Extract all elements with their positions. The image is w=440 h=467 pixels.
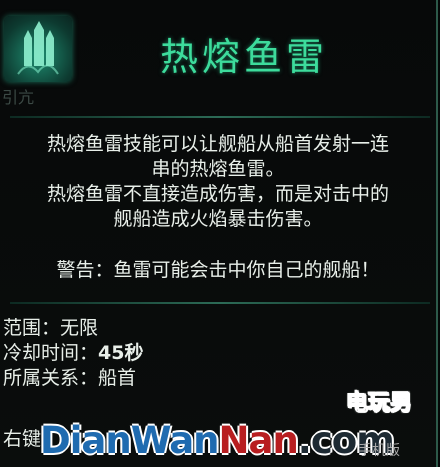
watermark-brand: 电玩男: [345, 391, 413, 417]
warning-text: 警告：鱼雷可能会击中你自己的舰船！: [56, 259, 380, 281]
stat-range: 范围：无限: [3, 317, 99, 339]
stat-slot: 所属关系：船首: [3, 367, 137, 389]
stat-cooldown: 冷却时间：45秒: [3, 342, 144, 364]
description-line: 热熔鱼雷技能可以让舰船从船首发射一连: [46, 133, 389, 155]
skill-description: 热熔鱼雷技能可以让舰船从船首发射一连 串的热熔鱼雷。 热熔鱼雷不直接造成伤害，而…: [0, 132, 436, 232]
divider: [10, 302, 430, 304]
skill-stats: 范围：无限 冷却时间：45秒 所属关系：船首: [3, 316, 143, 391]
description-line: 串的热熔鱼雷。: [151, 158, 285, 180]
description-line: 舰船造成火焰暴击伤害。: [113, 208, 323, 230]
torpedo-icon: [4, 16, 72, 82]
watermark-mobile: 手机版: [358, 443, 400, 459]
divider: [10, 116, 430, 118]
icon-caption: 引亢: [2, 88, 35, 107]
skill-title: 热熔鱼雷: [160, 35, 329, 79]
description-line: 热熔鱼雷不直接造成伤害，而是对击中的: [46, 183, 389, 205]
right-click-hint: 右键: [3, 428, 42, 450]
